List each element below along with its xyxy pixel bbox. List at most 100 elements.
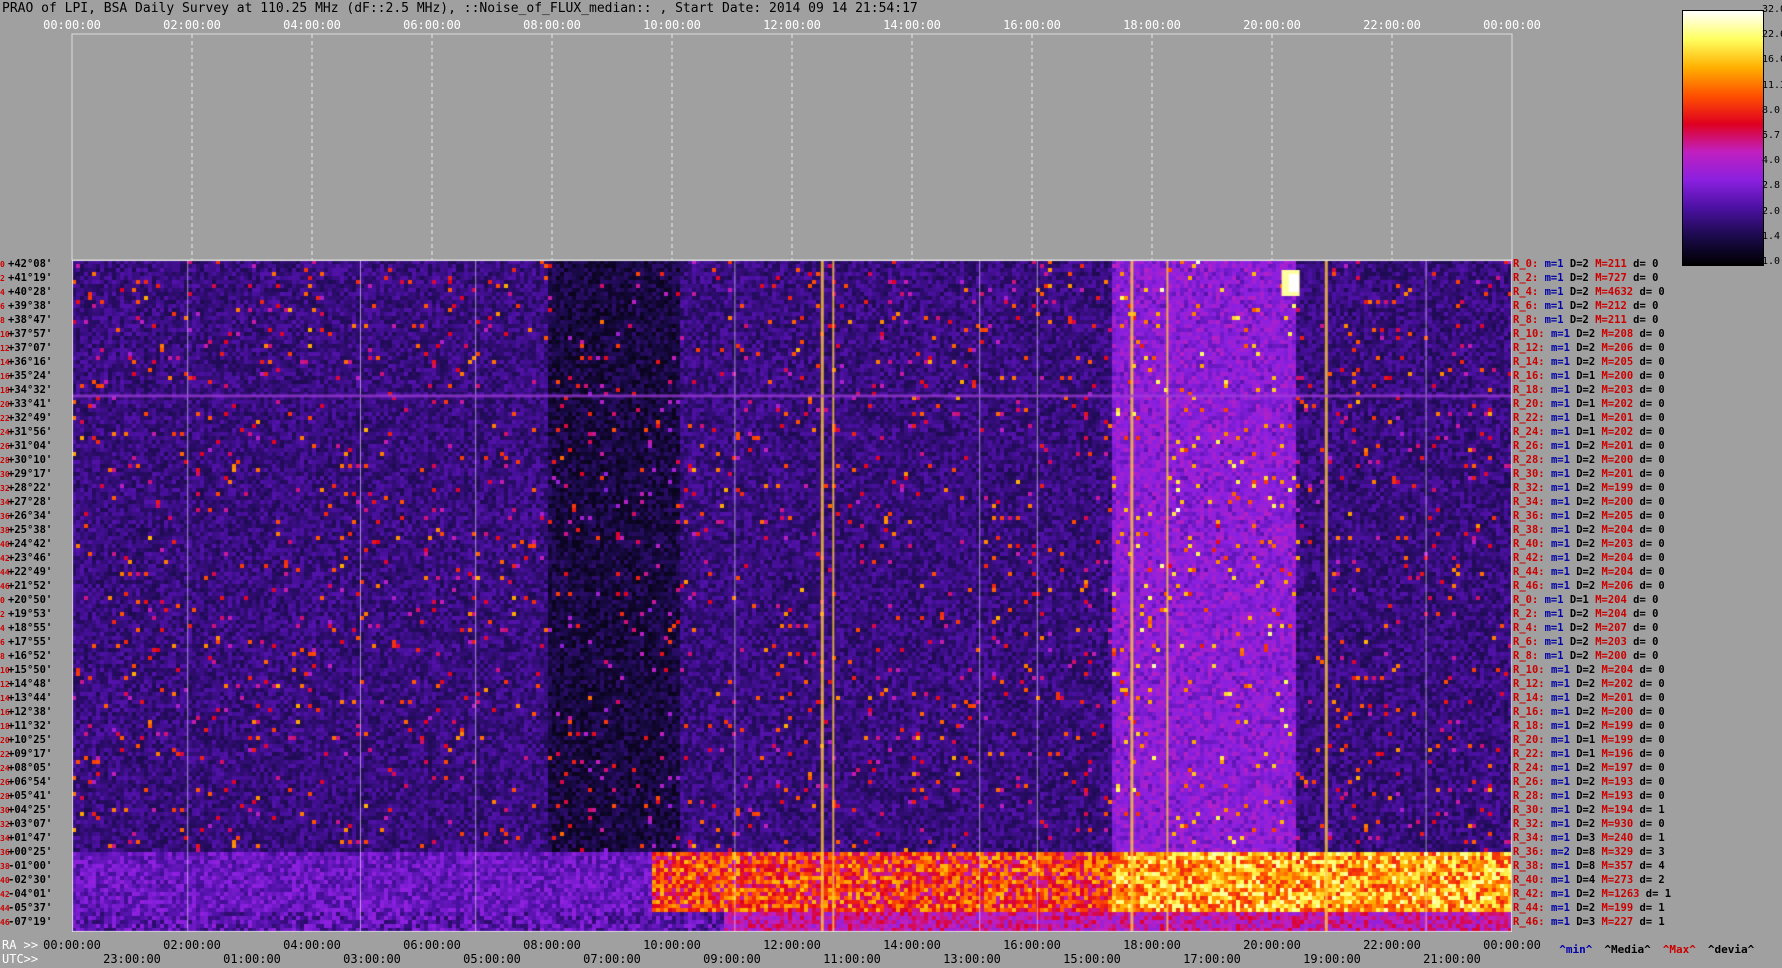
row-stat-m: M=194: [1601, 804, 1640, 816]
ra-label: RA >>: [2, 938, 39, 952]
declination-value: +17°55': [8, 636, 53, 648]
row-stat-d: D=2: [1569, 608, 1596, 620]
colorbar-label: 1.0: [1762, 256, 1781, 267]
row-stat-d: D=2: [1569, 636, 1596, 648]
declination-value: +37°57': [8, 328, 53, 340]
row-stat-r: R_36:: [1513, 510, 1551, 522]
row-stat-d: d= 0: [1639, 482, 1672, 494]
row-stat-m: M=930: [1601, 818, 1640, 830]
row-stat-d: d= 1: [1639, 804, 1672, 816]
row-stat-m: M=205: [1601, 356, 1640, 368]
row-stat-r: R_20:: [1513, 398, 1551, 410]
row-stat-r: R_4:: [1513, 622, 1545, 634]
row-stat-m: m=1: [1550, 384, 1577, 396]
row-stat-m: M=208: [1601, 328, 1640, 340]
row-stat-d: d= 0: [1639, 706, 1672, 718]
row-stat-r: R_32:: [1513, 482, 1551, 494]
declination-label: 0 +20°50': [0, 594, 70, 608]
row-stat-d: D=2: [1569, 622, 1596, 634]
colorbar-label: 4.0: [1762, 155, 1781, 167]
declination-label: 16+35°24': [0, 370, 70, 384]
declination-label: 32+03°07': [0, 818, 70, 832]
declination-value: +14°48': [8, 678, 53, 690]
row-number: 46: [0, 582, 10, 591]
row-stat-d: D=2: [1576, 678, 1602, 690]
row-number: 0: [0, 260, 5, 269]
ra-tick-label: 12:00:00: [763, 938, 821, 952]
row-stat-m: M=193: [1601, 790, 1640, 802]
declination-label: 44+22°49': [0, 566, 70, 580]
row-stat-m: M=200: [1601, 706, 1640, 718]
row-stat-r: R_42:: [1513, 552, 1551, 564]
row-stat: R_2: m=1 D=2 M=204 d= 0: [1513, 608, 1703, 622]
row-stat-d: d= 1: [1645, 888, 1678, 900]
declination-label: 24+08°05': [0, 762, 70, 776]
row-stat-m: M=204: [1601, 524, 1640, 536]
row-stat-m: m=1: [1550, 454, 1577, 466]
declination-value: +04°25': [8, 804, 53, 816]
row-stat: R_20: m=1 D=1 M=199 d= 0: [1513, 734, 1703, 748]
row-stat-r: R_18:: [1513, 720, 1551, 732]
row-stat-d: d= 0: [1639, 384, 1672, 396]
row-number: 24: [0, 428, 10, 437]
row-number: 12: [0, 680, 10, 689]
row-stat-d: D=2: [1569, 272, 1596, 284]
row-stat: R_38: m=1 D=2 M=204 d= 0: [1513, 524, 1703, 538]
declination-label: 6 +39°38': [0, 300, 70, 314]
row-number: 24: [0, 764, 10, 773]
row-stat: R_34: m=1 D=3 M=240 d= 1: [1513, 832, 1703, 846]
row-stat-r: R_26:: [1513, 776, 1551, 788]
row-stat: R_40: m=1 D=2 M=203 d= 0: [1513, 538, 1703, 552]
ra-tick-label: 00:00:00: [43, 938, 101, 952]
legend-max: ^Max^: [1662, 943, 1696, 956]
row-stat-m: M=199: [1601, 902, 1640, 914]
row-stat: R_26: m=1 D=2 M=201 d= 0: [1513, 440, 1703, 454]
utc-label: UTC>>: [2, 952, 39, 966]
row-stat-d: d= 0: [1633, 608, 1665, 620]
row-stat-d: D=2: [1576, 888, 1602, 900]
row-number: 20: [0, 736, 10, 745]
row-stat: R_8: m=1 D=2 M=200 d= 0: [1513, 650, 1703, 664]
row-stat-r: R_10:: [1513, 664, 1551, 676]
row-stat-d: D=2: [1569, 258, 1596, 270]
row-stat-m: m=1: [1550, 468, 1577, 480]
row-stat: R_32: m=1 D=2 M=199 d= 0: [1513, 482, 1703, 496]
declination-label: 26+31°04': [0, 440, 70, 454]
declination-value: +23°46': [8, 552, 53, 564]
row-stat: R_42: m=1 D=2 M=204 d= 0: [1513, 552, 1703, 566]
row-stat-d: D=2: [1576, 552, 1602, 564]
row-stat-m: M=201: [1601, 440, 1640, 452]
utc-tick-label: 07:00:00: [583, 952, 641, 966]
row-stat-m: M=206: [1601, 342, 1640, 354]
row-stat-d: D=2: [1569, 314, 1596, 326]
row-stat-m: M=203: [1601, 384, 1640, 396]
row-stat-d: D=2: [1576, 342, 1602, 354]
row-stat-m: m=1: [1550, 818, 1577, 830]
declination-label: 30+29°17': [0, 468, 70, 482]
row-stat: R_44: m=1 D=2 M=204 d= 0: [1513, 566, 1703, 580]
row-stat-d: d= 0: [1639, 356, 1672, 368]
row-stat-d: D=4: [1576, 874, 1602, 886]
row-stat-r: R_22:: [1513, 412, 1551, 424]
row-stat-d: d= 0: [1633, 622, 1665, 634]
row-stat-d: D=2: [1576, 762, 1602, 774]
row-number: 32: [0, 484, 10, 493]
row-stat: R_14: m=1 D=2 M=205 d= 0: [1513, 356, 1703, 370]
row-stat-d: D=2: [1576, 524, 1602, 536]
row-stat-m: m=1: [1550, 496, 1577, 508]
row-stat-d: d= 0: [1633, 272, 1665, 284]
row-number: 42: [0, 890, 10, 899]
declination-label: 8 +38°47': [0, 314, 70, 328]
row-stat-d: d= 3: [1639, 846, 1672, 858]
row-stat: R_36: m=1 D=2 M=205 d= 0: [1513, 510, 1703, 524]
row-stat-d: d= 0: [1639, 664, 1672, 676]
declination-label: 20+33°41': [0, 398, 70, 412]
row-stat-d: d= 0: [1633, 594, 1665, 606]
row-stat-d: d= 0: [1639, 748, 1672, 760]
colorbar-label: 11.3: [1762, 79, 1782, 91]
declination-label: 8 +16°52': [0, 650, 70, 664]
row-stat-d: d= 0: [1633, 258, 1665, 270]
declination-value: +03°07': [8, 818, 53, 830]
row-stat-d: D=1: [1576, 734, 1602, 746]
heatmap-plot: [72, 260, 1512, 932]
